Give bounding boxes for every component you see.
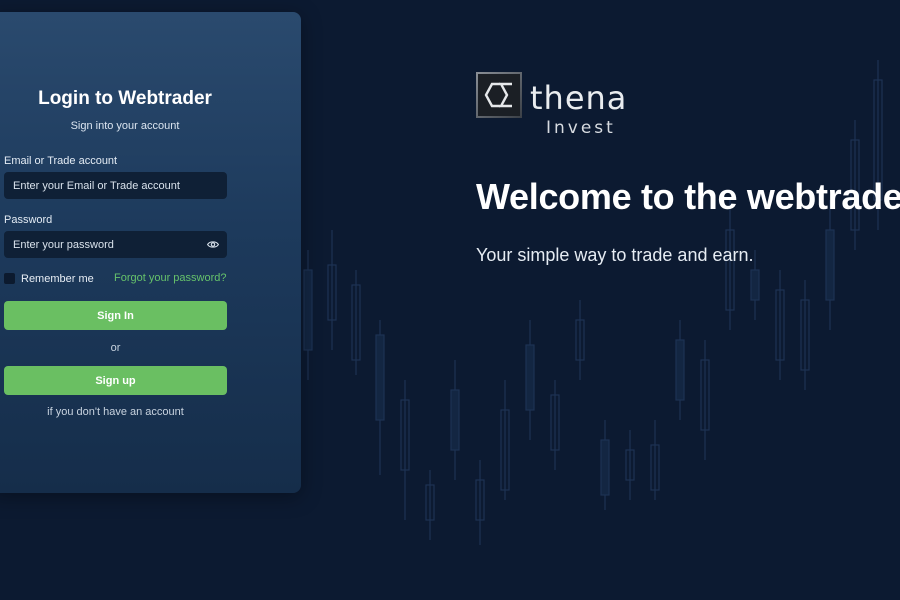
hero-title: Welcome to the webtrader: [476, 176, 900, 217]
bg-candle-body: [303, 269, 313, 351]
bg-candle-body: [450, 389, 460, 451]
hero-subtitle: Your simple way to trade and earn.: [476, 245, 754, 265]
eye-icon[interactable]: [207, 239, 219, 250]
sign-in-button[interactable]: Sign In: [4, 301, 227, 330]
remember-me-checkbox[interactable]: [4, 273, 15, 284]
sigma-logo-icon: [476, 72, 522, 118]
email-placeholder: Enter your Email or Trade account: [13, 179, 180, 192]
login-subtitle: Sign into your account: [70, 120, 180, 132]
remember-me-label[interactable]: Remember me: [21, 273, 94, 285]
password-label: Password: [4, 214, 53, 226]
or-divider-text: or: [110, 342, 121, 354]
forgot-password-link[interactable]: Forgot your password?: [114, 272, 227, 284]
no-account-text: if you don't have an account: [47, 406, 184, 418]
email-field[interactable]: Enter your Email or Trade account: [4, 172, 227, 199]
bg-candle-body: [825, 229, 835, 301]
email-label: Email or Trade account: [4, 155, 118, 167]
bg-candle-body: [675, 339, 685, 401]
bg-candle-body: [525, 344, 535, 411]
password-field[interactable]: Enter your password: [4, 231, 227, 258]
sign-up-button[interactable]: Sign up: [4, 366, 227, 395]
login-title: Login to Webtrader: [38, 88, 212, 109]
bg-candle-body: [750, 269, 760, 301]
brand-wordmark: thena: [530, 79, 628, 117]
bg-candle-body: [375, 334, 385, 421]
brand-subword: Invest: [546, 118, 616, 138]
password-placeholder: Enter your password: [13, 238, 114, 251]
bg-candle-body: [600, 439, 610, 496]
